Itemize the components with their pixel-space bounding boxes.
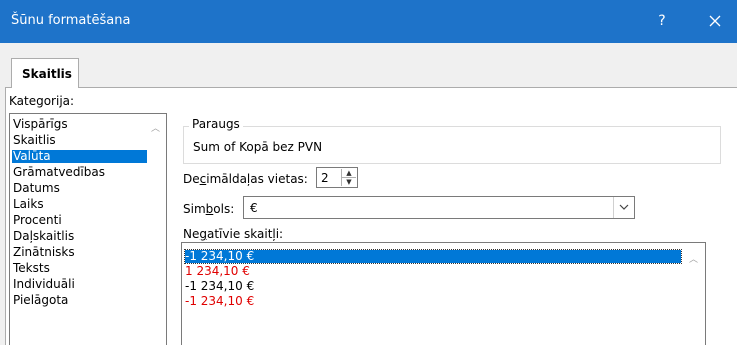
category-item-custom[interactable]: Pielāgota: [12, 294, 68, 307]
scroll-up-icon[interactable]: ︿: [689, 252, 698, 265]
category-item-accounting[interactable]: Grāmatvedības: [12, 166, 105, 179]
stepper-buttons: ▲ ▼: [341, 169, 356, 186]
symbol-value: €: [250, 201, 258, 215]
decimal-places-label: Decimāldaļas vietas:: [183, 172, 308, 186]
negative-format-item[interactable]: 1 234,10 €: [185, 265, 250, 278]
category-item-date[interactable]: Datums: [12, 182, 60, 195]
category-list[interactable]: Vispārīgs Skaitlis Valūta Grāmatvedības …: [9, 113, 167, 345]
category-item-percentage[interactable]: Procenti: [12, 214, 62, 227]
category-item-time[interactable]: Laiks: [12, 198, 44, 211]
category-item-currency[interactable]: Valūta: [12, 150, 147, 163]
category-label: Kategorija:: [9, 94, 75, 108]
stepper-down-icon[interactable]: ▼: [342, 178, 356, 186]
category-item-general[interactable]: Vispārīgs: [12, 118, 68, 131]
close-icon[interactable]: [703, 10, 727, 32]
sample-value: Sum of Kopā bez PVN: [193, 140, 323, 154]
tab-strip: [0, 43, 737, 88]
category-item-fraction[interactable]: Daļskaitlis: [12, 230, 74, 243]
scroll-up-icon[interactable]: ︿: [151, 121, 160, 134]
negative-numbers-label: Negatīvie skaitļi:: [183, 227, 284, 241]
negative-format-item[interactable]: -1 234,10 €: [185, 280, 254, 293]
negative-numbers-list[interactable]: -1 234,10 € 1 234,10 € -1 234,10 € -1 23…: [181, 242, 706, 345]
tab-number[interactable]: Skaitlis: [11, 58, 79, 88]
title-bar: Šūnu formatēšana ?: [0, 0, 737, 43]
decimal-places-stepper[interactable]: 2 ▲ ▼: [316, 167, 358, 188]
negative-format-item[interactable]: -1 234,10 €: [185, 295, 254, 308]
symbol-select[interactable]: €: [243, 196, 635, 219]
category-item-special[interactable]: Individuāli: [12, 278, 75, 291]
category-item-number[interactable]: Skaitlis: [12, 134, 56, 147]
help-button[interactable]: ?: [652, 10, 672, 32]
sample-legend: Paraugs: [189, 117, 243, 131]
category-item-scientific[interactable]: Zinātnisks: [12, 246, 75, 259]
chevron-down-icon[interactable]: [613, 197, 634, 218]
window-title: Šūnu formatēšana: [11, 13, 131, 28]
decimal-places-value[interactable]: 2: [321, 171, 329, 185]
negative-format-item[interactable]: -1 234,10 €: [184, 249, 682, 264]
stepper-up-icon[interactable]: ▲: [342, 169, 356, 178]
symbol-label: Simbols:: [183, 202, 235, 216]
category-item-text[interactable]: Teksts: [12, 262, 50, 275]
